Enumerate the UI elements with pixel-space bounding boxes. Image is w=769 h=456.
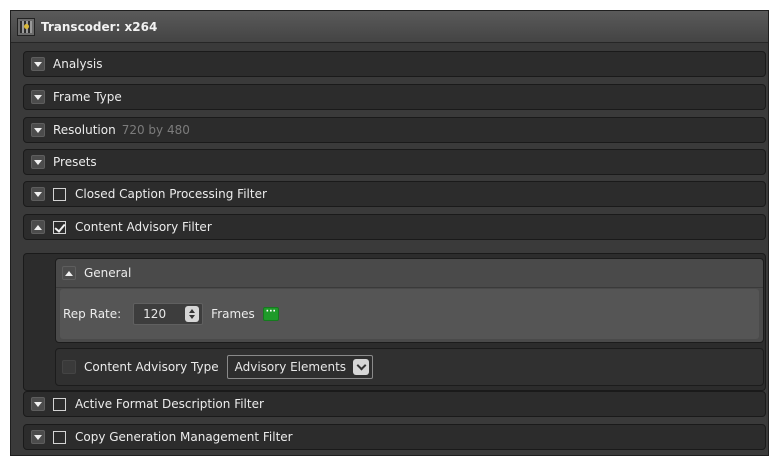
section-resolution[interactable]: Resolution 720 by 480 [23,117,766,143]
advisory-type-label: Content Advisory Type [84,360,219,374]
advisory-type-selected: Advisory Elements [234,360,347,374]
resolution-value: 720 by 480 [121,123,190,137]
section-label-frame-type: Frame Type [53,90,122,104]
section-presets[interactable]: Presets [23,149,766,175]
expand-toggle-closed-caption[interactable] [31,187,45,201]
expand-toggle-active-format[interactable] [31,397,45,411]
rep-rate-value: 120 [143,307,167,321]
section-label-analysis: Analysis [53,57,103,71]
content-advisory-body: General Rep Rate: 120 Frames ··· Content… [23,253,766,391]
advisory-type-row: Content Advisory Type Advisory Elements [55,348,764,386]
chevron-down-icon [353,359,370,375]
section-label-presets: Presets [53,155,97,169]
chevron-down-icon [34,434,42,440]
more-options-button[interactable]: ··· [262,307,279,321]
expand-toggle-frame-type[interactable] [31,90,45,104]
chevron-down-icon [34,94,42,100]
panel-title: Transcoder: x264 [41,19,158,34]
section-active-format[interactable]: Active Format Description Filter [23,391,766,417]
advisory-type-select[interactable]: Advisory Elements [226,355,374,379]
film-strip-icon [17,17,35,36]
general-label: General [84,266,132,280]
rep-rate-spinner[interactable] [185,306,200,322]
transcoder-panel: Transcoder: x264 Analysis Frame Type Res… [10,10,769,456]
chevron-down-icon [34,191,42,197]
expand-toggle-resolution[interactable] [31,123,45,137]
advisory-type-toggle [62,360,76,374]
section-label-content-advisory: Content Advisory Filter [75,220,212,234]
section-label-copy-generation: Copy Generation Management Filter [75,430,293,444]
rep-rate-input[interactable]: 120 [133,303,204,325]
section-content-advisory[interactable]: Content Advisory Filter [23,214,766,240]
frames-label: Frames [211,307,255,321]
panel-title-bar: Transcoder: x264 [11,11,768,43]
active-format-checkbox[interactable] [53,397,66,411]
section-closed-caption[interactable]: Closed Caption Processing Filter [23,181,766,207]
chevron-up-icon [34,224,42,230]
chevron-down-icon [34,159,42,165]
expand-toggle-presets[interactable] [31,155,45,169]
chevron-up-icon [65,270,73,276]
collapse-toggle-content-advisory[interactable] [31,220,45,234]
section-analysis[interactable]: Analysis [23,51,766,77]
section-label-active-format: Active Format Description Filter [75,397,264,411]
rep-rate-label: Rep Rate: [63,307,122,321]
chevron-down-icon [34,127,42,133]
expand-toggle-copy-generation[interactable] [31,430,45,444]
chevron-down-icon [34,401,42,407]
section-frame-type[interactable]: Frame Type [23,84,766,110]
section-label-closed-caption: Closed Caption Processing Filter [75,187,267,201]
rep-rate-row: Rep Rate: 120 Frames ··· [60,289,759,339]
copy-generation-checkbox[interactable] [53,430,66,444]
general-subsection: General Rep Rate: 120 Frames ··· [55,258,764,343]
section-copy-generation[interactable]: Copy Generation Management Filter [23,424,766,450]
expand-toggle-analysis[interactable] [31,57,45,71]
collapse-toggle-general[interactable] [62,266,76,280]
closed-caption-checkbox[interactable] [53,187,66,201]
chevron-down-icon [34,61,42,67]
general-header[interactable]: General [56,259,763,288]
content-advisory-checkbox[interactable] [53,220,66,234]
section-label-resolution: Resolution [53,123,116,137]
